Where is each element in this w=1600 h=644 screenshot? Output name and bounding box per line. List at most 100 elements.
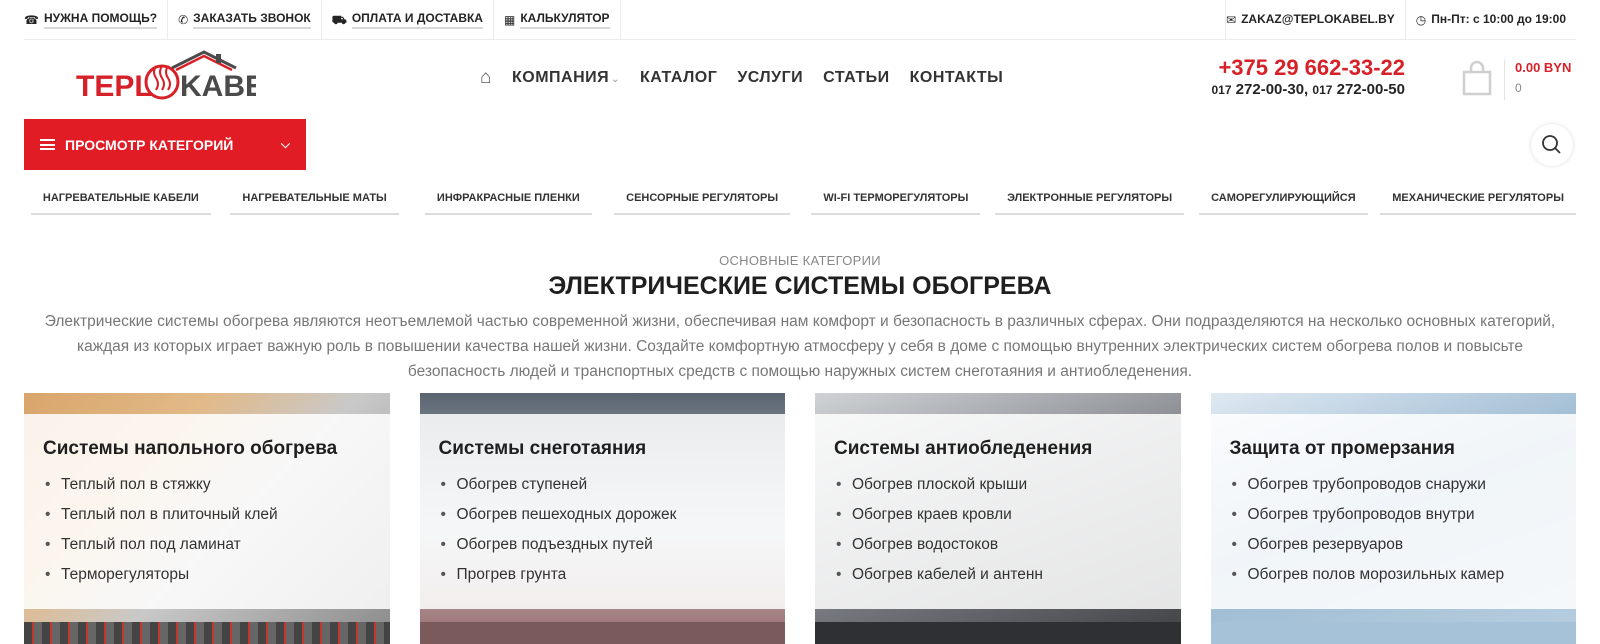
calculator-label: КАЛЬКУЛЯТОР xyxy=(520,11,610,29)
nav-item-contacts[interactable]: КОНТАКТЫ xyxy=(910,69,1004,87)
card-list-item[interactable]: Обогрев краев кровли xyxy=(834,500,1162,530)
logo-text-right: KABEL xyxy=(180,70,256,103)
card-list-item[interactable]: Терморегуляторы xyxy=(43,560,371,590)
card-list-item[interactable]: Обогрев пешеходных дорожек xyxy=(439,500,767,530)
nav-item-catalog[interactable]: КАТАЛОГ xyxy=(640,69,717,87)
category-cards: Системы напольного обогрева Теплый пол в… xyxy=(24,393,1576,644)
card-title[interactable]: Системы напольного обогрева xyxy=(43,438,371,460)
card-list-item[interactable]: Обогрев резервуаров xyxy=(1230,530,1558,560)
envelope-icon: ✉ xyxy=(1226,12,1237,27)
card-list-item[interactable]: Обогрев полов морозильных камер xyxy=(1230,560,1558,590)
card-title[interactable]: Системы антиобледенения xyxy=(834,438,1162,460)
category-card-snow-melting[interactable]: Системы снеготаяния Обогрев ступеней Обо… xyxy=(419,393,785,644)
card-list-item[interactable]: Прогрев грунта xyxy=(439,560,767,590)
phone-main[interactable]: +375 29 662-33-22 xyxy=(1218,55,1405,80)
subnav-item-heating-cables[interactable]: НАГРЕВАТЕЛЬНЫЕ КАБЕЛИ xyxy=(24,182,218,216)
card-title[interactable]: Защита от промерзания xyxy=(1230,438,1558,460)
nav-item-company[interactable]: КОМПАНИЯ ⌄ xyxy=(512,69,620,87)
top-bar-info: ✉ ZAKAZ@TEPLOKABEL.BY ◷ Пн-Пт: с 10:00 д… xyxy=(1225,0,1576,39)
menu-icon xyxy=(40,139,55,150)
subnav-item-infrared-films[interactable]: ИНФРАКРАСНЫЕ ПЛЕНКИ xyxy=(412,182,606,216)
payment-delivery-link[interactable]: ⛟ ОПЛАТА И ДОСТАВКА xyxy=(322,0,494,39)
card-list-item[interactable]: Теплый пол под ламинат xyxy=(43,530,371,560)
order-call-link[interactable]: ✆ ЗАКАЗАТЬ ЗВОНОК xyxy=(168,0,322,39)
clock-icon: ◷ xyxy=(1415,12,1427,27)
calculator-icon: ▦ xyxy=(503,12,516,27)
subnav-item-mechanical-regulators[interactable]: МЕХАНИЧЕСКИЕ РЕГУЛЯТОРЫ xyxy=(1380,182,1576,216)
subnav-item-wifi-thermostats[interactable]: WI-FI ТЕРМОРЕГУЛЯТОРЫ xyxy=(799,182,993,216)
browse-categories-label: ПРОСМОТР КАТЕГОРИЙ xyxy=(65,136,234,153)
subnav-item-heating-mats[interactable]: НАГРЕВАТЕЛЬНЫЕ МАТЫ xyxy=(218,182,412,216)
phone-secondary: 017 272-00-30, 017 272-00-50 xyxy=(1211,81,1405,98)
nav-item-services[interactable]: УСЛУГИ xyxy=(737,69,803,87)
card-panel: Системы антиобледенения Обогрев плоской … xyxy=(815,414,1181,609)
subnav-label: СЕНСОРНЫЕ РЕГУЛЯТОРЫ xyxy=(614,182,791,215)
site-logo[interactable]: TEPL KABEL xyxy=(76,48,283,110)
working-hours-label: Пн-Пт: с 10:00 до 19:00 xyxy=(1431,11,1566,26)
chevron-down-icon: ⌄ xyxy=(611,73,621,85)
cart-total: 0.00 BYN xyxy=(1515,60,1572,75)
email-label: ZAKAZ@TEPLOKABEL.BY xyxy=(1241,11,1395,26)
top-bar-links: ☎ НУЖНА ПОМОЩЬ? ✆ ЗАКАЗАТЬ ЗВОНОК ⛟ ОПЛА… xyxy=(24,0,621,39)
order-call-label: ЗАКАЗАТЬ ЗВОНОК xyxy=(193,11,311,29)
category-card-freeze-protection[interactable]: Защита от промерзания Обогрев трубопрово… xyxy=(1210,393,1576,644)
phone-number-1[interactable]: 272-00-30, xyxy=(1236,81,1309,98)
home-icon[interactable]: ⌂ xyxy=(480,68,492,87)
subnav-item-self-regulating[interactable]: САМОРЕГУЛИРУЮЩИЙСЯ xyxy=(1187,182,1381,216)
cart-summary[interactable]: 0.00 BYN 0 xyxy=(1504,60,1574,100)
card-panel: Системы напольного обогрева Теплый пол в… xyxy=(24,414,390,609)
card-list: Теплый пол в стяжку Теплый пол в плиточн… xyxy=(43,470,371,590)
phone-prefix-2: 017 xyxy=(1312,83,1333,97)
chevron-down-icon: ⌵ xyxy=(280,137,290,151)
help-link[interactable]: ☎ НУЖНА ПОМОЩЬ? xyxy=(24,0,169,39)
card-list-item[interactable]: Обогрев ступеней xyxy=(439,470,767,500)
card-list: Обогрев ступеней Обогрев пешеходных доро… xyxy=(439,470,767,590)
card-panel: Защита от промерзания Обогрев трубопрово… xyxy=(1210,414,1576,609)
logo-graphic: TEPL KABEL xyxy=(76,50,283,103)
card-title[interactable]: Системы снеготаяния xyxy=(439,438,767,460)
card-list-item[interactable]: Обогрев трубопроводов снаружи xyxy=(1230,470,1558,500)
top-bar: ☎ НУЖНА ПОМОЩЬ? ✆ ЗАКАЗАТЬ ЗВОНОК ⛟ ОПЛА… xyxy=(24,0,1576,40)
subnav-item-touch-regulators[interactable]: СЕНСОРНЫЕ РЕГУЛЯТОРЫ xyxy=(605,182,799,216)
subnav-label: НАГРЕВАТЕЛЬНЫЕ МАТЫ xyxy=(230,182,399,215)
phone-number-2[interactable]: 272-00-50 xyxy=(1337,81,1405,98)
section-title: ЭЛЕКТРИЧЕСКИЕ СИСТЕМЫ ОБОГРЕВА xyxy=(548,272,1052,300)
main-nav: ⌂ КОМПАНИЯ ⌄ КАТАЛОГ УСЛУГИ СТАТЬИ КОНТАК… xyxy=(480,68,1003,87)
calculator-link[interactable]: ▦ КАЛЬКУЛЯТОР xyxy=(494,0,621,39)
search-button[interactable] xyxy=(1531,124,1573,166)
email-link[interactable]: ✉ ZAKAZ@TEPLOKABEL.BY xyxy=(1225,0,1405,39)
subnav-label: ЭЛЕКТРОННЫЕ РЕГУЛЯТОРЫ xyxy=(995,182,1185,215)
card-list-item[interactable]: Обогрев трубопроводов внутри xyxy=(1230,500,1558,530)
card-list-item[interactable]: Теплый пол в плиточный клей xyxy=(43,500,371,530)
category-card-anti-icing[interactable]: Системы антиобледенения Обогрев плоской … xyxy=(815,393,1181,644)
card-panel: Системы снеготаяния Обогрев ступеней Обо… xyxy=(419,414,785,609)
card-list-item[interactable]: Обогрев подъездных путей xyxy=(439,530,767,560)
cart-count: 0 xyxy=(1515,81,1522,95)
section-subtitle: ОСНОВНЫЕ КАТЕГОРИИ xyxy=(719,253,881,268)
search-icon xyxy=(1542,135,1561,154)
phone-icon: ✆ xyxy=(178,12,189,27)
subnav-item-electronic-regulators[interactable]: ЭЛЕКТРОННЫЕ РЕГУЛЯТОРЫ xyxy=(993,182,1187,216)
card-list-item[interactable]: Обогрев водостоков xyxy=(834,530,1162,560)
card-list: Обогрев плоской крыши Обогрев краев кров… xyxy=(834,470,1162,590)
payment-delivery-label: ОПЛАТА И ДОСТАВКА xyxy=(351,11,483,29)
card-list: Обогрев трубопроводов снаружи Обогрев тр… xyxy=(1230,470,1558,590)
subnav-label: НАГРЕВАТЕЛЬНЫЕ КАБЕЛИ xyxy=(30,182,211,215)
nav-item-articles[interactable]: СТАТЬИ xyxy=(823,69,889,87)
subnav-label: ИНФРАКРАСНЫЕ ПЛЕНКИ xyxy=(424,182,592,215)
subcategory-nav: НАГРЕВАТЕЛЬНЫЕ КАБЕЛИ НАГРЕВАТЕЛЬНЫЕ МАТ… xyxy=(24,182,1576,216)
nav-label-company: КОМПАНИЯ xyxy=(511,68,610,86)
card-list-item[interactable]: Обогрев кабелей и антенн xyxy=(834,560,1162,590)
category-card-floor-heating[interactable]: Системы напольного обогрева Теплый пол в… xyxy=(24,393,390,644)
subnav-label: МЕХАНИЧЕСКИЕ РЕГУЛЯТОРЫ xyxy=(1380,182,1576,215)
subnav-label: САМОРЕГУЛИРУЮЩИЙСЯ xyxy=(1199,182,1368,215)
subnav-label: WI-FI ТЕРМОРЕГУЛЯТОРЫ xyxy=(811,182,981,215)
card-list-item[interactable]: Обогрев плоской крыши xyxy=(834,470,1162,500)
truck-icon: ⛟ xyxy=(331,12,347,27)
phone-prefix-1: 017 xyxy=(1211,83,1232,97)
help-icon: ☎ xyxy=(24,12,39,27)
card-list-item[interactable]: Теплый пол в стяжку xyxy=(43,470,371,500)
shopping-bag-icon[interactable] xyxy=(1462,60,1492,96)
help-label: НУЖНА ПОМОЩЬ? xyxy=(43,11,158,29)
browse-categories-button[interactable]: ПРОСМОТР КАТЕГОРИЙ ⌵ xyxy=(24,119,306,170)
